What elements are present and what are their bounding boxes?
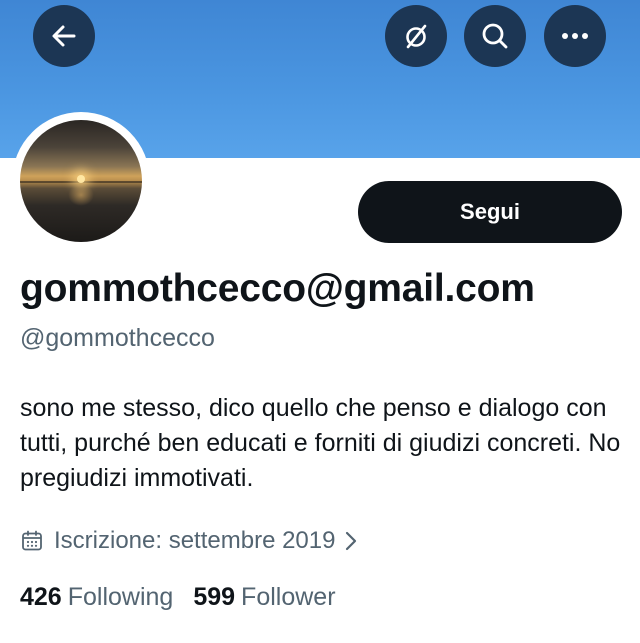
avatar[interactable] xyxy=(20,120,142,242)
following-count: 426 xyxy=(20,583,62,611)
search-icon xyxy=(479,20,511,52)
followers-count: 599 xyxy=(193,583,236,611)
more-button[interactable] xyxy=(544,5,606,67)
followers-label: Follower xyxy=(241,583,336,611)
username-handle: @gommothcecco xyxy=(20,324,215,352)
join-date-text: Iscrizione: settembre 2019 xyxy=(54,527,336,554)
back-button[interactable] xyxy=(33,5,95,67)
arrow-left-icon xyxy=(49,21,79,51)
avatar-sun-reflection xyxy=(68,184,94,206)
following-link[interactable]: 426 Following xyxy=(20,583,173,612)
followers-link[interactable]: 599 Follower xyxy=(193,583,335,612)
following-label: Following xyxy=(67,583,174,611)
display-name: gommothcecco@gmail.com xyxy=(20,267,535,310)
feed-toggle-button[interactable] xyxy=(385,5,447,67)
search-button[interactable] xyxy=(464,5,526,67)
more-dots-icon xyxy=(560,31,590,41)
follow-stats: 426 Following 599 Follower xyxy=(20,583,336,612)
follow-button[interactable]: Segui xyxy=(358,181,622,243)
chevron-right-icon xyxy=(343,530,359,552)
calendar-icon xyxy=(20,529,44,553)
join-date-row[interactable]: Iscrizione: settembre 2019 xyxy=(20,526,359,556)
avatar-sun xyxy=(77,175,85,183)
slashed-circle-icon xyxy=(400,20,432,52)
profile-bio: sono me stesso, dico quello che penso e … xyxy=(20,394,621,492)
